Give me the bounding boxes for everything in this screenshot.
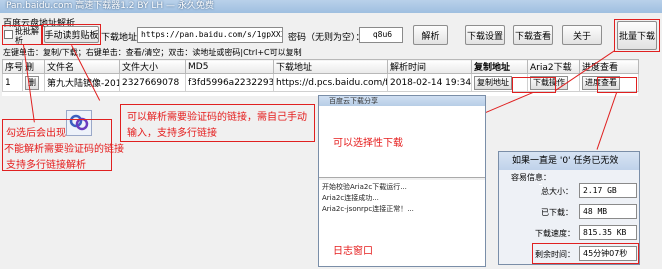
col-header-time[interactable]: 解析时间 <box>387 59 472 74</box>
row-index: 1 <box>2 73 23 92</box>
row-filename[interactable]: 第九大陆镜像-20151122.7 <box>44 73 120 92</box>
download-url-input[interactable]: https://pan.baidu.com/s/1gpXXIrp <box>137 27 283 43</box>
log-window: 百度云下载分享 可以选择性下载 开始校验Aria2c下载运行... Aria2c… <box>318 95 486 267</box>
log-line: Aria2c连接成功... <box>322 194 379 202</box>
highlight-checkbox <box>2 25 42 45</box>
row-copy-button[interactable]: 复制地址 <box>474 75 512 90</box>
speed-label: 下载速度： <box>535 229 575 238</box>
window-title: Pan.baidu.com 高速下载器1.2 BY LH — 永久免费 <box>0 0 662 13</box>
row-url[interactable]: https://d.pcs.baidu.com/file/f3 <box>273 73 388 92</box>
annotation-manual-line2: 输入，支持多行链接 <box>127 128 217 139</box>
parse-button[interactable]: 解析 <box>413 25 448 45</box>
total-label: 总大小： <box>541 187 573 196</box>
about-button[interactable]: 关于 <box>562 25 602 45</box>
connector-line <box>596 92 617 150</box>
row-md5[interactable]: f3fd5996a2232293db <box>185 73 274 92</box>
col-header-size[interactable]: 文件大小 <box>119 59 186 74</box>
highlight-copy-button <box>512 77 556 93</box>
highlight-batch-download <box>614 19 660 52</box>
col-header-md5[interactable]: MD5 <box>185 59 274 74</box>
downloaded-label: 已下载： <box>541 208 573 217</box>
highlight-manual-button <box>42 24 101 45</box>
progress-window: 如果一直是 '0' 任务已无效 容易信息： 总大小： 2.17 GB 已下载： … <box>498 151 640 265</box>
download-settings-button[interactable]: 下载设置 <box>465 25 505 45</box>
annotation-box-left <box>2 119 112 171</box>
table-header-row: 序号 删 文件名 文件大小 MD5 下载地址 解析时间 复制地址 Aria2下载… <box>2 59 639 74</box>
download-view-button[interactable]: 下载查看 <box>513 25 553 45</box>
annotation-select: 可以选择性下载 <box>333 138 403 149</box>
col-header-aria2[interactable]: Aria2下载 <box>527 59 580 74</box>
col-header-index[interactable]: 序号 <box>2 59 23 74</box>
password-input[interactable]: q8u6 <box>359 27 403 43</box>
total-value: 2.17 GB <box>579 183 637 198</box>
progress-section-label: 容易信息： <box>511 173 551 182</box>
col-header-copy[interactable]: 复制地址 <box>471 59 528 74</box>
log-window-title: 百度云下载分享 <box>319 96 485 106</box>
password-label: 密码（无则为空）： <box>288 33 365 43</box>
col-header-url[interactable]: 下载地址 <box>273 59 388 74</box>
highlight-progress-button <box>597 77 637 93</box>
annotation-log: 日志窗口 <box>333 246 373 257</box>
highlight-remaining <box>532 243 639 264</box>
row-size[interactable]: 2327669078 <box>119 73 186 92</box>
downloaded-value: 48 MB <box>579 204 637 219</box>
progress-window-title: 如果一直是 '0' 任务已无效 <box>499 152 639 170</box>
row-time: 2018-02-14 19:34:07 <box>387 73 472 92</box>
hint-bar: 左键单击：复制/下载；右键单击：查看/清空；双击：读地址或密码|Ctrl+C可以… <box>3 48 302 57</box>
speed-value: 815.35 KB <box>579 225 637 240</box>
log-line: 开始校验Aria2c下载运行... <box>322 183 407 191</box>
annotation-manual-line1: 可以解析需要验证码的链接，需自己手动 <box>127 112 307 123</box>
log-line: Aria2c-jsonrpc连接正常！... <box>322 205 414 213</box>
